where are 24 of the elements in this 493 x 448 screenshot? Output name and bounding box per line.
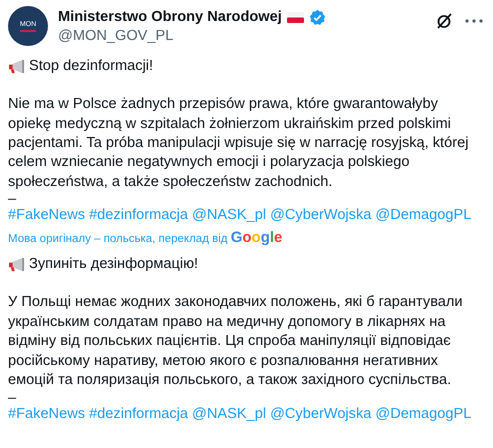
hashtag-link[interactable]: @CyberWojska	[270, 404, 372, 424]
hashtag-link[interactable]: #dezinformacja	[89, 404, 188, 424]
hashtag-link[interactable]: @DemagogPL	[375, 206, 472, 226]
slashed-circle-icon[interactable]	[435, 12, 453, 30]
separator-dash: –	[8, 390, 18, 404]
megaphone-icon	[8, 257, 27, 272]
megaphone-icon	[8, 59, 27, 74]
hashtag-link[interactable]: #FakeNews	[8, 404, 86, 424]
post-paragraph: Nie ma w Polsce żadnych przepisów prawa, które gwarantowałyby opiekę medyczną w szpitalach żołnierzom ukraińskim przed polskimi pacjentami. Ta próba manipulacji wpisuje się w narrację rosyjską, której celem wzniecanie negatywnych emocji i polaryzacja polskiego społeczeństwa, a także społeczeństw zachodnich.	[8, 95, 470, 192]
hashtag-link[interactable]: @NASK_pl	[192, 206, 266, 226]
hashtag-link[interactable]: @NASK_pl	[192, 404, 266, 424]
post-headline: Зупиніть дезінформацію!	[29, 255, 198, 274]
flag-icon	[286, 12, 304, 24]
author-name[interactable]: Ministerstwo Obrony Narodowej	[58, 8, 282, 28]
hashtag-link[interactable]: #dezinformacja	[89, 206, 188, 226]
translation-note[interactable]: Мова оригіналу – польська, переклад від Google	[8, 228, 483, 250]
more-options-icon[interactable]	[465, 19, 483, 23]
hashtag-link[interactable]: @CyberWojska	[270, 206, 372, 226]
hashtag-link[interactable]: #FakeNews	[8, 206, 86, 226]
separator-dash: –	[8, 192, 18, 206]
post-paragraph: У Польщі немає жодних законодавчих положень, які б гарантували українським солдатам право на медичну допомогу в лікарнях на відміну від польських пацієнтів. Ця спроба маніпуляції відповідає російському наративу, метою якого є розпалювання негативних емоцій та поляризація польського, а також західного суспільства.	[8, 293, 464, 390]
post-headline: Stop dezinformacji!	[29, 56, 154, 76]
hashtag-link[interactable]: @DemagogPL	[375, 404, 472, 424]
author-handle[interactable]: @MON_GOV_PL	[58, 27, 425, 47]
